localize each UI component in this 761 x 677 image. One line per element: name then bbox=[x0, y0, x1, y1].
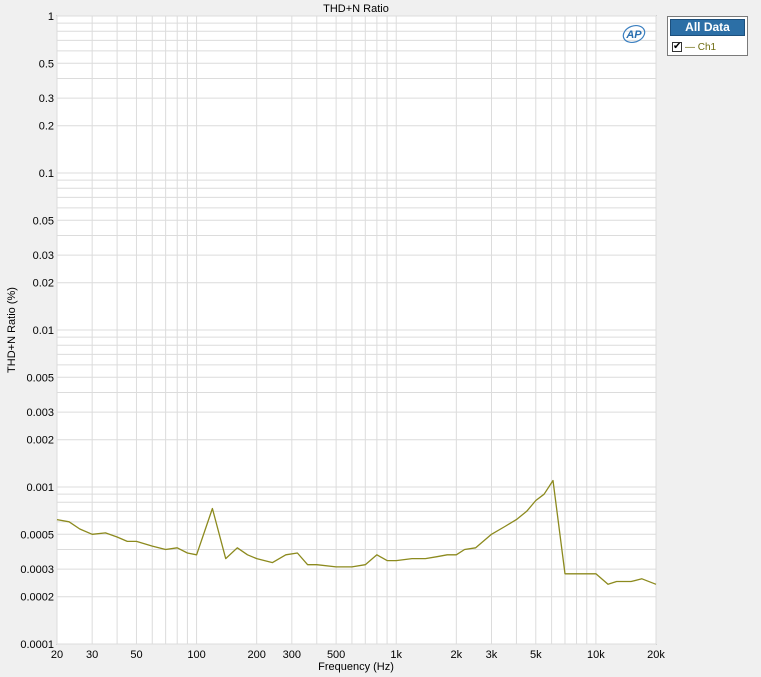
x-tick-label: 200 bbox=[247, 649, 265, 661]
x-tick-label: 2k bbox=[451, 649, 463, 661]
y-tick-label: 0.005 bbox=[26, 372, 54, 384]
y-tick-label: 0.003 bbox=[26, 407, 54, 419]
x-tick-label: 10k bbox=[587, 649, 605, 661]
legend-item-label: — Ch1 bbox=[685, 41, 717, 53]
y-tick-label: 0.1 bbox=[39, 168, 54, 180]
y-tick-label: 0.002 bbox=[26, 435, 54, 447]
x-tick-label: 100 bbox=[187, 649, 205, 661]
x-tick-label: 1k bbox=[390, 649, 402, 661]
y-tick-label: 0.3 bbox=[39, 93, 54, 105]
x-tick-label: 30 bbox=[86, 649, 98, 661]
legend: All Data ✔ — Ch1 bbox=[667, 16, 748, 56]
x-tick-label: 5k bbox=[530, 649, 542, 661]
chart-title: THD+N Ratio bbox=[323, 3, 389, 15]
x-tick-label: 500 bbox=[327, 649, 345, 661]
y-tick-label: 0.02 bbox=[33, 278, 54, 290]
y-tick-label: 0.05 bbox=[33, 215, 54, 227]
legend-item-ch1[interactable]: ✔ — Ch1 bbox=[672, 41, 716, 53]
y-tick-label: 0.5 bbox=[39, 58, 54, 70]
x-tick-label: 20k bbox=[647, 649, 665, 661]
svg-text:AP: AP bbox=[625, 29, 642, 41]
y-tick-label: 0.0005 bbox=[20, 529, 54, 541]
x-tick-labels: 20 30 50 100 200 300 500 1k 2k 3k 5k 10k 20k bbox=[51, 649, 665, 661]
x-tick-label: 3k bbox=[486, 649, 498, 661]
chart: 20 30 50 100 200 300 500 1k 2k 3k 5k 10k 20k 10.50.3… bbox=[6, 3, 665, 673]
y-tick-label: 1 bbox=[48, 11, 54, 23]
x-tick-label: 300 bbox=[283, 649, 301, 661]
y-tick-labels: 1 0.5 0.3 0.2 0.1 0.05 0.03 0.02 0.01 0.005 0.003 0… bbox=[20, 11, 54, 651]
legend-header[interactable]: All Data bbox=[670, 19, 745, 36]
y-tick-label: 0.01 bbox=[33, 325, 54, 337]
x-tick-label: 50 bbox=[130, 649, 142, 661]
y-axis-title: THD+N Ratio (%) bbox=[6, 287, 18, 373]
y-tick-label: 0.03 bbox=[33, 250, 54, 262]
y-tick-label: 0.0002 bbox=[20, 592, 54, 604]
x-axis-title: Frequency (Hz) bbox=[318, 661, 394, 673]
y-tick-label: 0.0001 bbox=[20, 639, 54, 651]
y-tick-label: 0.0003 bbox=[20, 564, 54, 576]
legend-checkbox[interactable]: ✔ bbox=[672, 42, 682, 52]
y-tick-label: 0.2 bbox=[39, 121, 54, 133]
y-tick-label: 0.001 bbox=[26, 482, 54, 494]
